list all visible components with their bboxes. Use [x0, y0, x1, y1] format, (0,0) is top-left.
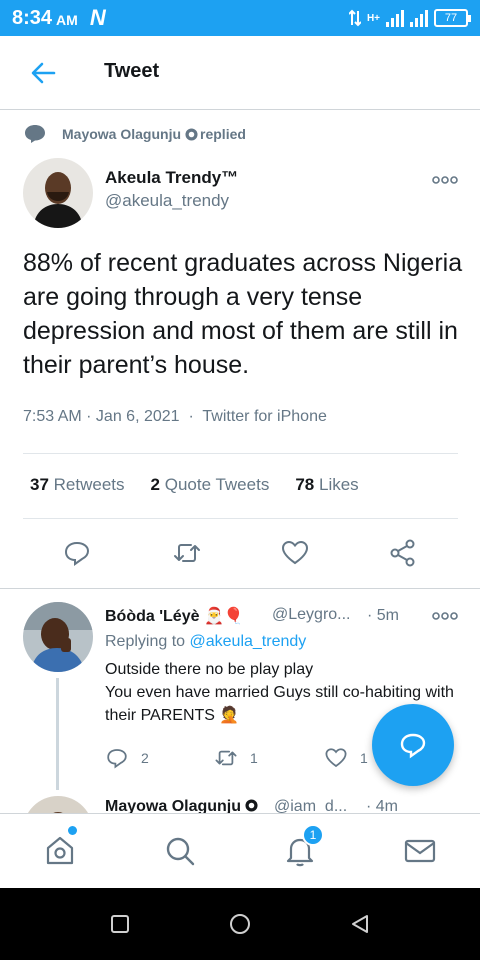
like-icon[interactable] — [280, 538, 310, 568]
reply-retweet-action[interactable]: 1 — [214, 746, 258, 770]
carrier-logo: N — [89, 5, 106, 30]
battery-level: 77 — [444, 12, 458, 24]
like-icon — [325, 748, 347, 768]
compose-reply-icon — [400, 733, 426, 759]
author-handle[interactable]: @akeula_trendy — [105, 191, 229, 211]
comment-icon — [25, 125, 45, 143]
network-type: H+ — [366, 12, 380, 24]
system-navigation-bar — [0, 888, 480, 960]
reply-author-handle[interactable]: @Leygro... — [272, 606, 351, 624]
retweet-icon[interactable] — [172, 538, 202, 568]
reply-time: · 5m — [367, 607, 399, 624]
signal-icon-2 — [410, 9, 428, 27]
replying-to: Replying to @akeula_trendy — [105, 633, 307, 650]
reply-context[interactable]: Mayowa Olagunju replied — [24, 124, 246, 144]
bottom-navigation: 1 — [0, 813, 480, 888]
tweet-stats: 37 Retweets 2 Quote Tweets 78 Likes — [30, 475, 359, 495]
status-ampm: AM — [56, 12, 78, 28]
reply-text-line1: Outside there no be play play — [105, 661, 314, 678]
reply-icon — [107, 749, 127, 769]
author-avatar[interactable] — [23, 158, 93, 228]
back-triangle-icon[interactable] — [348, 912, 372, 936]
home-circle-icon[interactable] — [228, 912, 252, 936]
verified-badge-icon — [185, 127, 198, 141]
more-options-icon[interactable] — [432, 176, 458, 184]
retweet-icon — [215, 750, 237, 766]
retweets-stat[interactable]: 37 Retweets — [30, 475, 125, 495]
battery-icon: 77 — [434, 9, 471, 27]
replying-to-handle[interactable]: @akeula_trendy — [190, 633, 307, 650]
reply-retweet-count: 1 — [250, 750, 258, 766]
quotes-stat[interactable]: 2 Quote Tweets — [151, 475, 270, 495]
reply-avatar[interactable] — [23, 602, 93, 672]
app-header: Tweet — [0, 36, 480, 110]
divider — [23, 453, 458, 454]
reply-reply-count: 2 — [141, 750, 149, 766]
author-name[interactable]: Akeula Trendy™ — [105, 168, 238, 188]
more-options-icon[interactable] — [432, 612, 458, 620]
share-icon[interactable] — [388, 538, 418, 568]
arrow-left-icon[interactable] — [28, 58, 58, 88]
status-time: 8:34 — [12, 6, 53, 29]
data-transfer-icon — [348, 9, 361, 27]
reply-icon[interactable] — [62, 538, 92, 568]
signal-icon — [386, 9, 404, 27]
messages-icon[interactable] — [403, 834, 437, 868]
tweet-text: 88% of recent graduates across Nigeria a… — [23, 249, 463, 379]
verified-badge-icon — [245, 799, 259, 812]
reply-like-count: 1 — [360, 750, 368, 766]
facepalm-emoji: 🤦 — [219, 707, 240, 724]
notifications-badge: 1 — [302, 824, 324, 846]
thread-line — [56, 678, 59, 790]
reply-author-name[interactable]: Bóòda 'Léyè 🎅🎈 — [105, 606, 244, 626]
compose-reply-button[interactable] — [372, 704, 454, 786]
recent-apps-icon[interactable] — [108, 912, 132, 936]
tweet-date: Jan 6, 2021 — [95, 408, 180, 425]
search-icon[interactable] — [163, 834, 197, 868]
tweet-meta: 7:53 AM · Jan 6, 2021 · Twitter for iPho… — [23, 408, 327, 425]
reply-reply-action[interactable]: 2 — [105, 746, 149, 770]
likes-stat[interactable]: 78 Likes — [295, 475, 358, 495]
home-new-dot — [68, 826, 77, 835]
tweet-source[interactable]: Twitter for iPhone — [202, 408, 327, 425]
page-title: Tweet — [104, 60, 160, 82]
status-bar: 8:34 AM N H+ 77 — [0, 0, 480, 36]
context-user: Mayowa Olagunju — [62, 126, 182, 142]
context-action: replied — [200, 126, 246, 142]
reply-like-action[interactable]: 1 — [324, 746, 368, 770]
section-divider — [0, 588, 480, 589]
divider — [23, 518, 458, 519]
tweet-time: 7:53 AM — [23, 408, 82, 425]
reply-name-emoji: 🎅🎈 — [203, 608, 244, 625]
tweet-actions — [0, 538, 480, 570]
home-icon[interactable] — [43, 834, 77, 868]
